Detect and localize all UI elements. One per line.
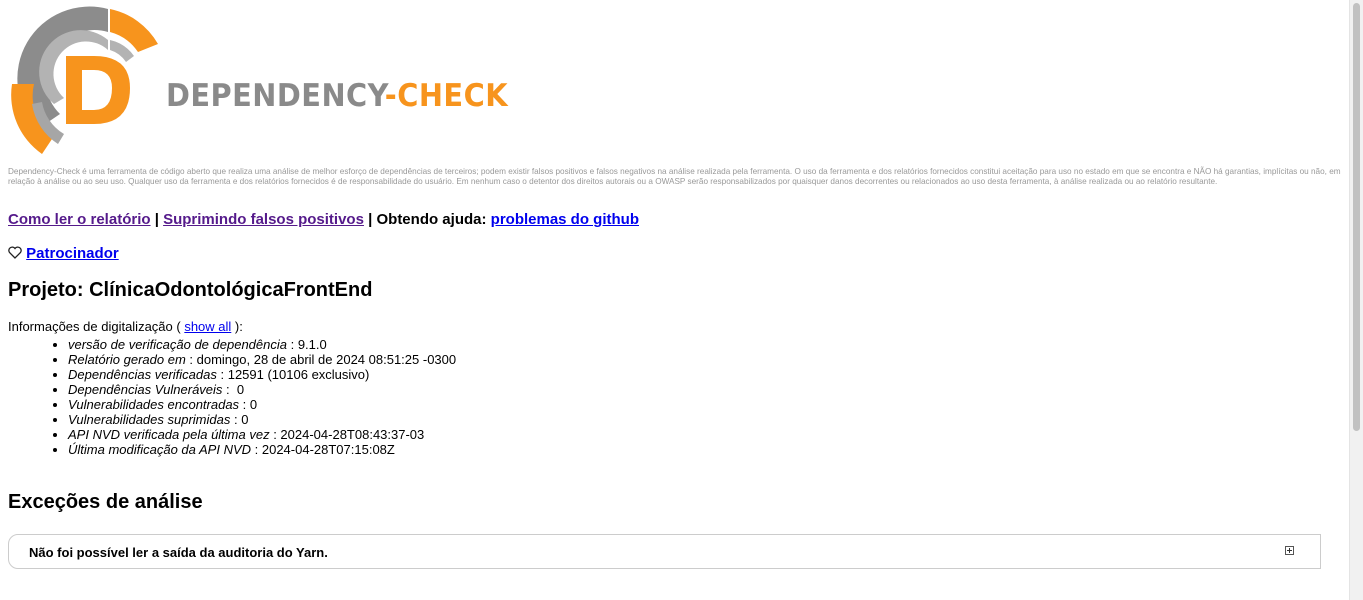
item-label: Vulnerabilidades suprimidas — [68, 412, 231, 427]
item-value: : 2024-04-28T08:43:37-03 — [269, 427, 425, 442]
scrollbar-thumb[interactable] — [1353, 3, 1360, 431]
sponsor-line: Patrocinador — [8, 245, 119, 262]
how-to-read-link[interactable]: Como ler o relatório — [8, 211, 151, 228]
dependency-check-logo: DEPENDENCY-CHECK — [8, 4, 508, 160]
github-issues-link[interactable]: problemas do github — [491, 211, 639, 228]
suppressing-false-positives-link[interactable]: Suprimindo falsos positivos — [163, 211, 364, 228]
heart-icon — [8, 246, 22, 259]
list-item: Última modificação da API NVD : 2024-04-… — [68, 442, 456, 457]
item-value: : 0 — [230, 412, 249, 427]
exception-panel[interactable]: Não foi possível ler a saída da auditori… — [8, 534, 1321, 569]
logo-wordmark: DEPENDENCY-CHECK — [166, 78, 508, 114]
item-label: Relatório gerado em — [68, 352, 186, 367]
item-label: versão de verificação de dependência — [68, 337, 287, 352]
exception-title: Não foi possível ler a saída da auditori… — [29, 545, 328, 560]
vertical-scrollbar[interactable] — [1349, 0, 1363, 600]
item-label: Dependências Vulneráveis — [68, 382, 223, 397]
item-label: Dependências verificadas — [68, 367, 217, 382]
item-value: : 0 — [239, 397, 258, 412]
list-item: API NVD verificada pela última vez : 202… — [68, 427, 456, 442]
getting-help-label: Obtendo ajuda: — [376, 211, 487, 228]
item-label: Vulnerabilidades encontradas — [68, 397, 240, 412]
list-item: Dependências verificadas : 12591 (10106 … — [68, 367, 456, 382]
sponsor-link[interactable]: Patrocinador — [26, 245, 119, 262]
expand-icon[interactable] — [1285, 546, 1294, 555]
logo-mark-icon — [11, 6, 158, 154]
list-item: Relatório gerado em : domingo, 28 de abr… — [68, 352, 456, 367]
item-value: : 2024-04-28T07:15:08Z — [251, 442, 395, 457]
scan-info-list: versão de verificação de dependência : 9… — [8, 337, 456, 457]
scan-info-label-end: ): — [234, 319, 243, 334]
scan-info-label: Informações de digitalização ( show all … — [8, 319, 243, 334]
logo-text-check: -CHECK — [384, 78, 509, 114]
separator: | — [154, 211, 159, 228]
item-value: : 12591 (10106 exclusivo) — [216, 367, 370, 382]
item-label: Última modificação da API NVD — [68, 442, 252, 457]
help-links: Como ler o relatório | Suprimindo falsos… — [8, 211, 639, 228]
list-item: Vulnerabilidades suprimidas : 0 — [68, 412, 456, 427]
analysis-exceptions-heading: Exceções de análise — [8, 491, 203, 513]
project-title: Projeto: ClínicaOdontológicaFrontEnd — [8, 279, 373, 301]
logo-text-dependency: DEPENDENCY — [166, 78, 385, 114]
list-item: Dependências Vulneráveis : 0 — [68, 382, 456, 397]
scan-info-label-start: Informações de digitalização ( — [8, 319, 181, 334]
item-value: : domingo, 28 de abril de 2024 08:51:25 … — [185, 352, 457, 367]
list-item: Vulnerabilidades encontradas : 0 — [68, 397, 456, 412]
item-value: : 0 — [222, 382, 245, 397]
list-item: versão de verificação de dependência : 9… — [68, 337, 456, 352]
item-value: : 9.1.0 — [286, 337, 327, 352]
show-all-link[interactable]: show all — [184, 319, 231, 334]
separator: | — [368, 211, 373, 228]
item-label: API NVD verificada pela última vez — [68, 427, 270, 442]
disclaimer-text: Dependency-Check é uma ferramenta de cód… — [8, 167, 1341, 186]
